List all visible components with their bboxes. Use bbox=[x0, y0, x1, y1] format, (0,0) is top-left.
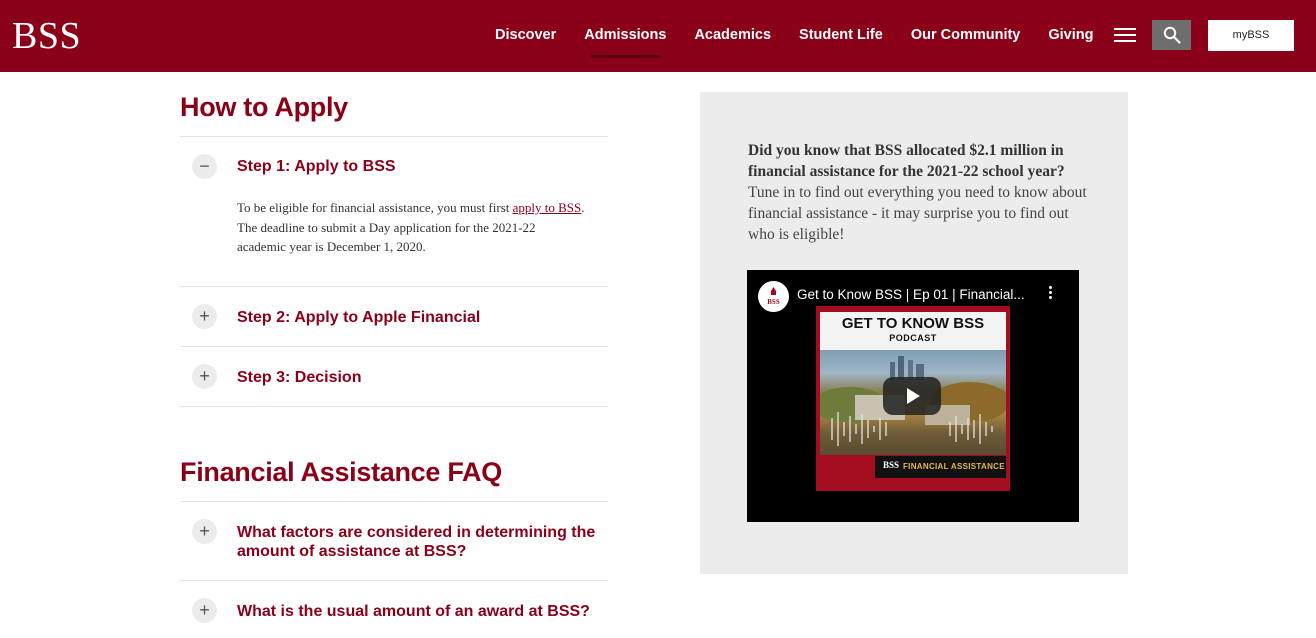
divider bbox=[180, 406, 608, 407]
divider bbox=[180, 501, 608, 502]
svg-text:BSS: BSS bbox=[767, 298, 780, 306]
divider bbox=[180, 286, 608, 287]
search-icon bbox=[1163, 26, 1181, 44]
accordion-step-1-body: To be eligible for financial assistance,… bbox=[237, 198, 587, 257]
callout-body-text: Tune in to find out everything you need … bbox=[748, 184, 1087, 243]
nav-academics[interactable]: Academics bbox=[680, 0, 785, 72]
accordion-step-1-title[interactable]: Step 1: Apply to BSS bbox=[237, 157, 607, 176]
accordion-step-3-title[interactable]: Step 3: Decision bbox=[237, 368, 607, 387]
divider bbox=[180, 136, 608, 137]
hamburger-menu-icon[interactable] bbox=[1114, 28, 1136, 42]
video-embed[interactable]: BSS Get to Know BSS | Ep 01 | Financial.… bbox=[747, 270, 1079, 522]
nav-admissions[interactable]: Admissions bbox=[570, 0, 680, 72]
play-button-icon[interactable] bbox=[883, 377, 941, 415]
divider bbox=[180, 346, 608, 347]
plus-icon[interactable]: + bbox=[192, 304, 217, 329]
nav-discover[interactable]: Discover bbox=[481, 0, 570, 72]
mybss-button[interactable]: myBSS bbox=[1208, 20, 1294, 51]
search-button[interactable] bbox=[1152, 20, 1191, 50]
plus-icon[interactable]: + bbox=[192, 364, 217, 389]
how-to-apply-heading: How to Apply bbox=[180, 92, 348, 122]
site-logo[interactable]: BSS bbox=[12, 14, 81, 58]
nav-giving[interactable]: Giving bbox=[1034, 0, 1107, 72]
band-label: FINANCIAL ASSISTANCE bbox=[903, 462, 1005, 471]
minus-icon[interactable]: − bbox=[192, 154, 217, 179]
faq-item-title[interactable]: What is the usual amount of an award at … bbox=[237, 602, 607, 621]
thumbnail-title: GET TO KNOW BSS bbox=[841, 315, 985, 332]
plus-icon[interactable]: + bbox=[192, 598, 217, 623]
thumbnail-band: BSS FINANCIAL ASSISTANCE bbox=[875, 456, 1006, 478]
band-logo: BSS bbox=[883, 460, 900, 470]
more-options-icon[interactable] bbox=[1045, 284, 1055, 304]
thumbnail-subtitle: PODCAST bbox=[889, 333, 937, 343]
video-title[interactable]: Get to Know BSS | Ep 01 | Financial... bbox=[797, 287, 1037, 302]
faq-item-title[interactable]: What factors are considered in determini… bbox=[237, 523, 607, 561]
financial-assistance-callout: Did you know that BSS allocated $2.1 mil… bbox=[700, 92, 1128, 574]
apply-to-bss-link[interactable]: apply to BSS bbox=[513, 200, 582, 215]
site-header: BSS Discover Admissions Academics Studen… bbox=[0, 0, 1316, 72]
plus-icon[interactable]: + bbox=[192, 519, 217, 544]
channel-avatar[interactable]: BSS bbox=[758, 281, 789, 312]
callout-bold-text: Did you know that BSS allocated $2.1 mil… bbox=[748, 142, 1065, 180]
accordion-step-2-title[interactable]: Step 2: Apply to Apple Financial bbox=[237, 308, 607, 327]
nav-our-community[interactable]: Our Community bbox=[897, 0, 1035, 72]
bss-crest-icon: BSS bbox=[767, 287, 780, 306]
faq-heading: Financial Assistance FAQ bbox=[180, 457, 502, 487]
callout-text: Did you know that BSS allocated $2.1 mil… bbox=[748, 140, 1088, 245]
body-text: To be eligible for financial assistance,… bbox=[237, 200, 513, 215]
thumbnail-heading: GET TO KNOW BSS PODCAST bbox=[820, 312, 1006, 350]
nav-student-life[interactable]: Student Life bbox=[785, 0, 897, 72]
divider bbox=[180, 580, 608, 581]
main-nav: Discover Admissions Academics Student Li… bbox=[481, 0, 1108, 72]
